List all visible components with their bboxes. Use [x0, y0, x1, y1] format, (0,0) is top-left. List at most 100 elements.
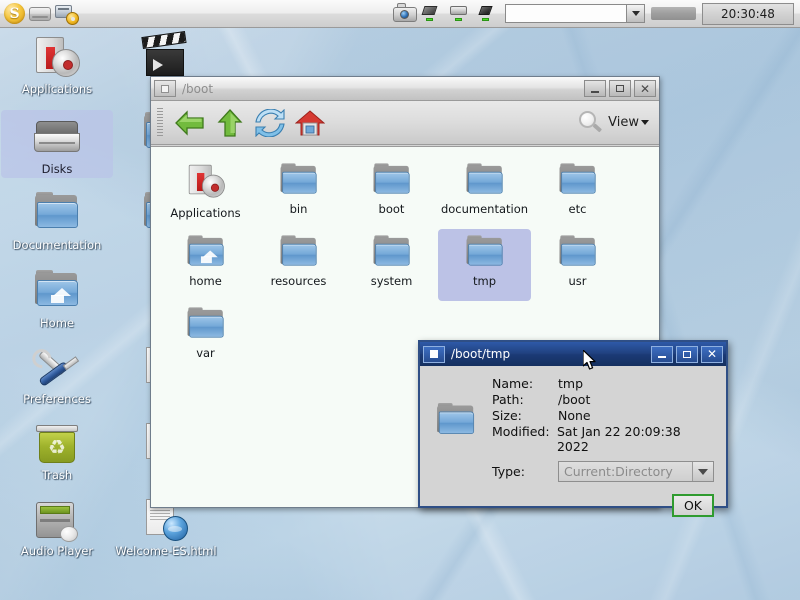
file-item-label: resources	[271, 274, 327, 288]
package-settings-icon[interactable]	[55, 3, 77, 25]
view-menu-label: View	[608, 115, 639, 130]
folder-icon	[430, 376, 482, 482]
minimize-button[interactable]	[651, 346, 673, 363]
maximize-icon	[616, 85, 624, 92]
properties-title: /boot/tmp	[451, 347, 651, 361]
file-item[interactable]: system	[345, 229, 438, 301]
path-value: /boot	[558, 392, 590, 407]
desktop-icon-trash[interactable]: Trash	[1, 420, 113, 482]
folder-icon	[370, 161, 414, 199]
file-manager-toolbar: View	[151, 101, 659, 145]
window-menu-icon[interactable]	[423, 346, 445, 363]
modified-label: Modified:	[492, 424, 557, 439]
desktop-icon-label: Applications	[22, 82, 92, 96]
maximize-button[interactable]	[676, 346, 698, 363]
properties-dialog[interactable]: /boot/tmp ✕ Name:	[418, 340, 728, 508]
folder-icon	[556, 161, 600, 199]
modified-value: Sat Jan 22 20:09:38 2022	[557, 424, 714, 454]
refresh-icon	[255, 109, 285, 137]
disk-drive-icon[interactable]	[29, 3, 51, 25]
desktop-icon-label: Documentation	[13, 238, 102, 252]
minimize-icon	[658, 356, 666, 358]
diamond-device-icon[interactable]	[477, 3, 499, 25]
file-item[interactable]: var	[159, 301, 252, 373]
file-item-label: boot	[379, 202, 405, 216]
name-row: Name: tmp	[492, 376, 714, 391]
cd-case-icon	[183, 161, 229, 203]
device-card-icon[interactable]	[449, 3, 471, 25]
desktop-icon-label: Home	[40, 316, 74, 330]
file-manager-title: /boot	[182, 82, 584, 96]
size-row: Size: None	[492, 408, 714, 423]
file-item[interactable]: home	[159, 229, 252, 301]
file-item-label: bin	[290, 202, 308, 216]
name-value: tmp	[558, 376, 583, 391]
ok-button[interactable]: OK	[672, 494, 714, 517]
type-select[interactable]: Current:Directory	[558, 461, 714, 482]
file-manager-titlebar[interactable]: /boot ✕	[151, 77, 659, 101]
hard-drive-icon	[33, 114, 81, 160]
folder-icon	[463, 161, 507, 199]
up-button[interactable]	[211, 105, 249, 141]
close-button[interactable]: ✕	[634, 80, 656, 97]
chip-icon[interactable]	[421, 3, 443, 25]
desktop-icon-audio-player[interactable]: Audio Player	[1, 496, 113, 558]
file-item-label: system	[371, 274, 413, 288]
file-item[interactable]: etc	[531, 157, 624, 229]
home-icon	[295, 109, 325, 137]
taskbar-window-button[interactable]	[651, 7, 696, 20]
window-menu-icon[interactable]	[154, 80, 176, 97]
file-item[interactable]: boot	[345, 157, 438, 229]
desktop-icon-documentation[interactable]: Documentation	[1, 190, 113, 252]
desktop-icon-preferences[interactable]: Preferences	[1, 344, 113, 406]
desktop-icon-disks[interactable]: Disks	[1, 110, 113, 178]
name-label: Name:	[492, 376, 558, 391]
folder-icon	[370, 233, 414, 271]
audio-player-icon	[33, 496, 81, 542]
folder-icon	[556, 233, 600, 271]
desktop-icon-label: Audio Player	[21, 544, 93, 558]
home-folder-icon	[33, 268, 81, 314]
file-item[interactable]: documentation	[438, 157, 531, 229]
size-value: None	[558, 408, 591, 423]
search-icon[interactable]	[578, 110, 604, 136]
minimize-icon	[591, 91, 599, 93]
desktop-icon-label: Trash	[42, 468, 72, 482]
properties-titlebar[interactable]: /boot/tmp ✕	[420, 342, 726, 366]
type-select-value: Current:Directory	[559, 462, 692, 481]
desktop-icon-home[interactable]: Home	[1, 268, 113, 330]
folder-icon	[184, 305, 228, 343]
back-button[interactable]	[171, 105, 209, 141]
folder-icon	[277, 161, 321, 199]
close-button[interactable]: ✕	[701, 346, 723, 363]
toolbar-drag-handle[interactable]	[157, 108, 163, 138]
file-item[interactable]: resources	[252, 229, 345, 301]
maximize-button[interactable]	[609, 80, 631, 97]
type-row: Type: Current:Directory	[492, 461, 714, 482]
home-button[interactable]	[291, 105, 329, 141]
view-menu-button[interactable]: View	[608, 115, 649, 130]
chevron-down-icon[interactable]	[692, 462, 713, 481]
file-item[interactable]: usr	[531, 229, 624, 301]
size-label: Size:	[492, 408, 558, 423]
chevron-down-icon	[641, 120, 649, 125]
refresh-button[interactable]	[251, 105, 289, 141]
taskbar-combo[interactable]	[505, 4, 645, 23]
file-item[interactable]: Applications	[159, 157, 252, 229]
file-item[interactable]: bin	[252, 157, 345, 229]
chevron-down-icon[interactable]	[626, 5, 644, 22]
minimize-button[interactable]	[584, 80, 606, 97]
path-row: Path: /boot	[492, 392, 714, 407]
desktop-icon-label: Preferences	[23, 392, 91, 406]
clock[interactable]: 20:30:48	[702, 3, 794, 25]
desktop-icon-applications[interactable]: Applications	[1, 34, 113, 96]
file-item-selected[interactable]: tmp	[438, 229, 531, 301]
taskbar: S	[0, 0, 800, 28]
taskbar-combo-input[interactable]	[506, 5, 626, 22]
file-item-label: documentation	[441, 202, 528, 216]
film-clapper-icon	[142, 34, 190, 80]
start-menu-logo-icon[interactable]: S	[4, 3, 25, 24]
desktop-icon-label: Disks	[42, 162, 73, 176]
camera-icon[interactable]	[393, 3, 415, 25]
file-item-label: var	[196, 346, 215, 360]
